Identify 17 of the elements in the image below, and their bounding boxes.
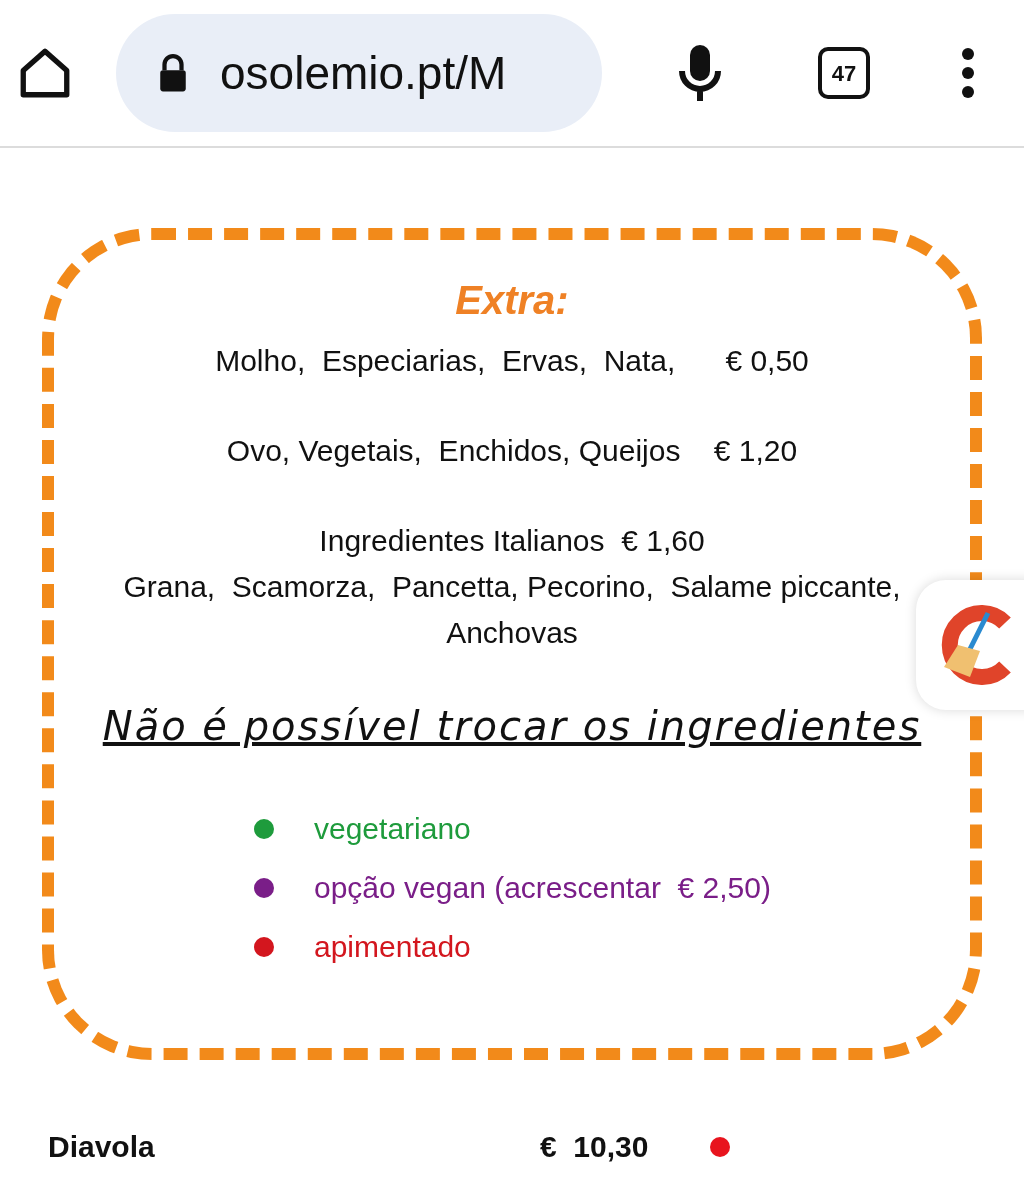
legend-label: opção vegan (acrescentar € 2,50) [314, 870, 771, 906]
extras-line: Grana, Scamorza, Pancetta, Pecorino, Salame piccante, [123, 569, 901, 605]
address-bar[interactable]: osolemio.pt/M [116, 14, 602, 132]
extras-line: Molho, Especiarias, Ervas, Nata, € 0,50 [215, 343, 809, 379]
item-price: € 10,30 [540, 1129, 650, 1165]
legend-label: vegetariano [314, 811, 471, 847]
extras-line: Ovo, Vegetais, Enchidos, Queijos € 1,20 [226, 433, 798, 469]
legend-label: apimentado [314, 929, 471, 965]
extras-title: Extra: [455, 277, 569, 324]
url-text: osolemio.pt/M [220, 45, 507, 101]
menu-icon[interactable] [960, 47, 976, 99]
floating-app-bubble[interactable] [916, 580, 1024, 710]
notice-text: Não é possível trocar os ingredientes [102, 702, 922, 751]
extras-line: Anchovas [446, 615, 578, 651]
item-name: Diavola [48, 1129, 156, 1165]
tab-count[interactable]: 47 [818, 47, 870, 99]
extras-line: Ingredientes Italianos € 1,60 [319, 523, 705, 559]
